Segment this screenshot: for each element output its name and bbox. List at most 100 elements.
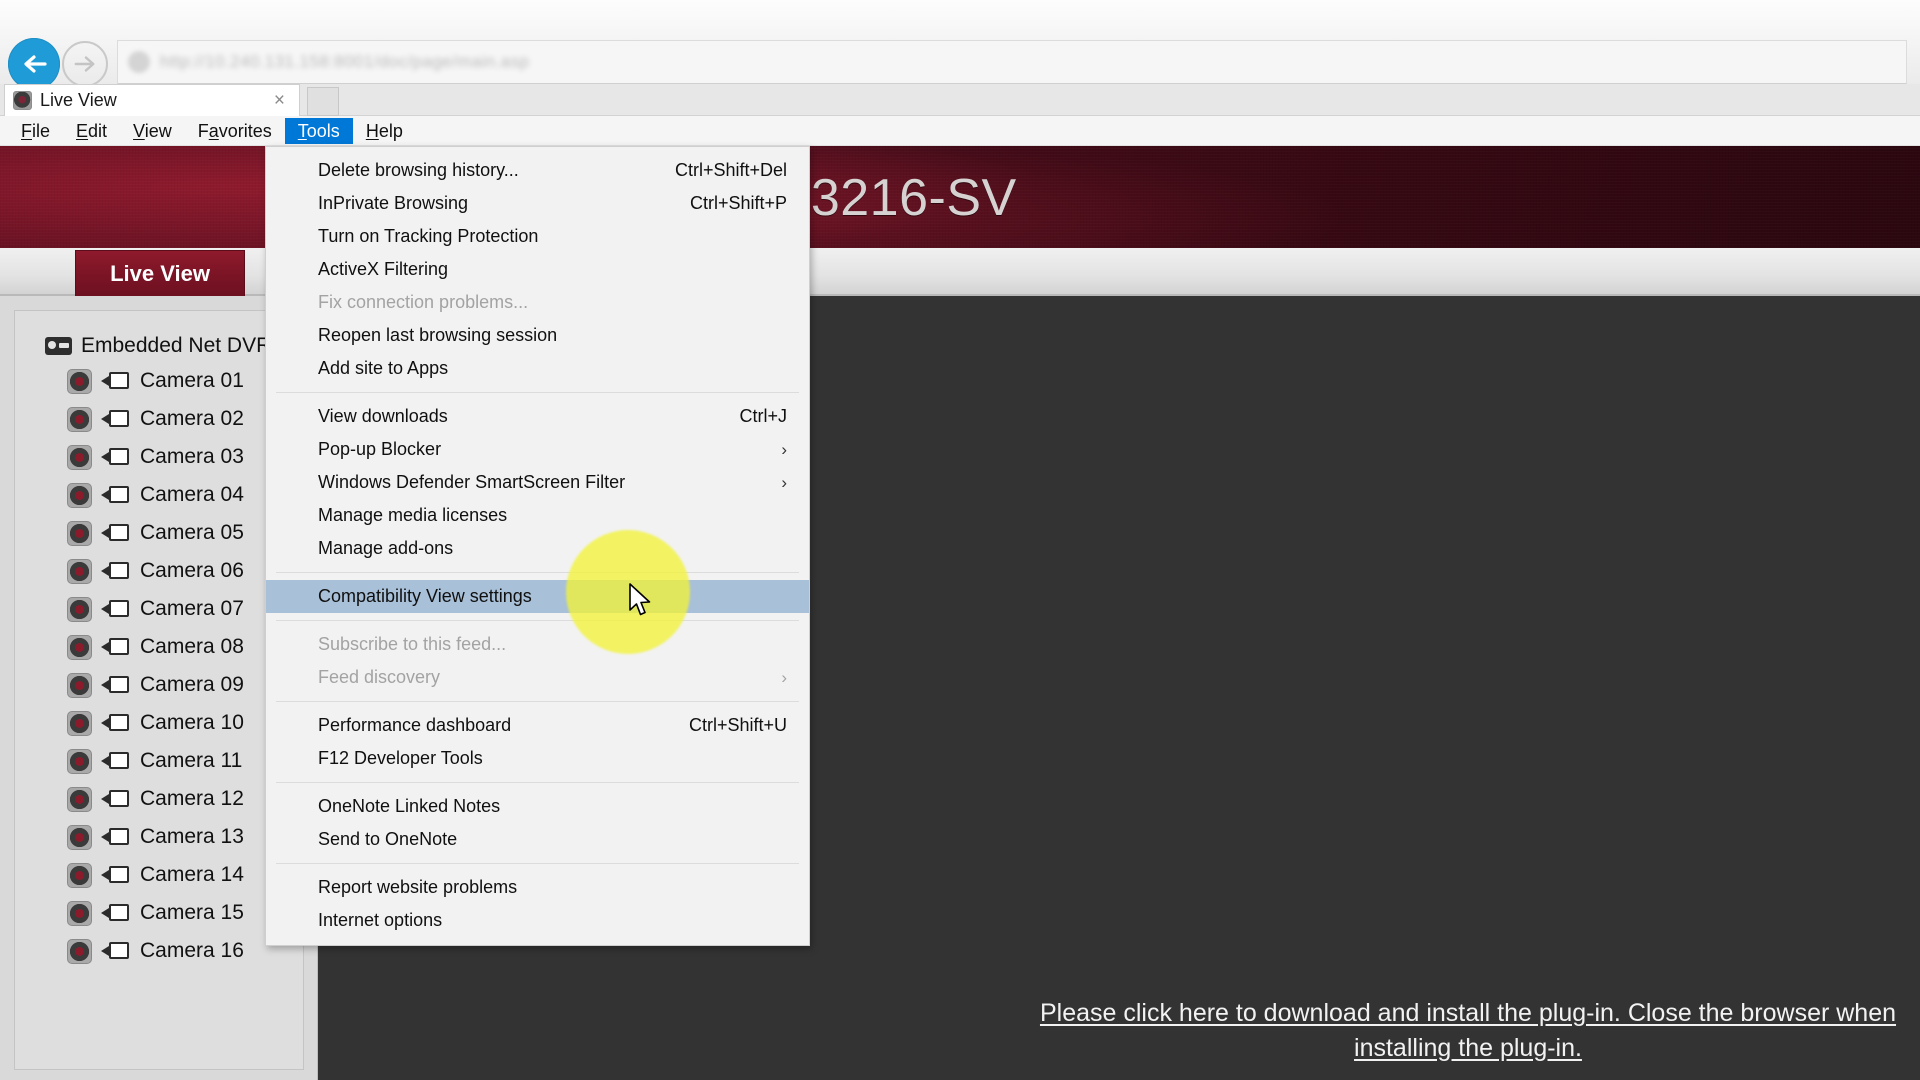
menu-item[interactable]: OneNote Linked Notes: [266, 790, 809, 823]
camera-tree-item[interactable]: Camera 04: [15, 476, 303, 514]
forward-arrow-icon[interactable]: [62, 41, 108, 87]
close-icon[interactable]: ×: [268, 91, 291, 110]
video-camera-icon: [101, 637, 129, 657]
menu-item-label: InPrivate Browsing: [318, 193, 469, 213]
menu-item[interactable]: Add site to Apps: [266, 352, 809, 385]
menu-item-shortcut: Ctrl+Shift+Del: [674, 160, 787, 180]
camera-tree-item[interactable]: Camera 07: [15, 590, 303, 628]
video-camera-icon: [101, 599, 129, 619]
menu-separator: [276, 572, 799, 573]
menu-item[interactable]: InPrivate Browsing Ctrl+Shift+P: [266, 187, 809, 220]
menu-bar: File Edit View Favorites Tools Help: [0, 116, 1920, 146]
menu-item[interactable]: Compatibility View settings: [266, 580, 809, 613]
menu-item-label: Report website problems: [318, 877, 518, 897]
tab-live-view[interactable]: Live View ×: [4, 84, 300, 116]
menu-item[interactable]: Report website problems: [266, 871, 809, 904]
camera-status-icon: [67, 786, 92, 812]
camera-tree-item[interactable]: Camera 10: [15, 704, 303, 742]
camera-status-icon: [67, 520, 92, 546]
video-camera-icon: [101, 409, 129, 429]
site-favicon-icon: [128, 51, 150, 73]
menu-item[interactable]: Delete browsing history... Ctrl+Shift+Del: [266, 154, 809, 187]
menu-item-label: View downloads: [318, 406, 448, 426]
camera-tree-item[interactable]: Camera 14: [15, 856, 303, 894]
dvr-device-icon: [45, 336, 72, 355]
video-camera-icon: [101, 371, 129, 391]
menu-view[interactable]: View: [120, 118, 185, 144]
menu-item[interactable]: Manage add-ons: [266, 532, 809, 565]
camera-label: Camera 07: [140, 597, 244, 620]
camera-tree-item[interactable]: Camera 06: [15, 552, 303, 590]
camera-tree-item[interactable]: Camera 15: [15, 894, 303, 932]
plugin-download-link[interactable]: Please click here to download and instal…: [1018, 996, 1918, 1065]
camera-tree-item[interactable]: Camera 16: [15, 932, 303, 970]
tree-root-dvr[interactable]: Embedded Net DVR: [15, 329, 303, 362]
menu-help[interactable]: Help: [353, 118, 416, 144]
camera-tree-item[interactable]: Camera 09: [15, 666, 303, 704]
camera-tree-item[interactable]: Camera 11: [15, 742, 303, 780]
menu-item[interactable]: Internet options: [266, 904, 809, 937]
camera-label: Camera 15: [140, 901, 244, 924]
menu-item: Fix connection problems...: [266, 286, 809, 319]
tab-live-view-page[interactable]: Live View: [75, 250, 245, 298]
video-camera-icon: [101, 827, 129, 847]
camera-status-icon: [67, 824, 92, 850]
camera-label: Camera 05: [140, 521, 244, 544]
page-title: -3216-SV: [793, 169, 1017, 227]
menu-item-shortcut: Ctrl+Shift+U: [688, 715, 787, 735]
camera-tree-item[interactable]: Camera 12: [15, 780, 303, 818]
address-bar-url: http://10.240.131.158:8001/doc/page/main…: [160, 52, 530, 71]
menu-item-label: Fix connection problems...: [318, 292, 529, 312]
menu-item-label: Delete browsing history...: [318, 160, 519, 180]
menu-item-label: OneNote Linked Notes: [318, 796, 501, 816]
camera-status-icon: [67, 938, 92, 964]
video-camera-icon: [101, 675, 129, 695]
chevron-right-icon: ›: [781, 439, 787, 459]
camera-tree-item[interactable]: Camera 02: [15, 400, 303, 438]
menu-favorites[interactable]: Favorites: [185, 118, 285, 144]
menu-item[interactable]: Reopen last browsing session: [266, 319, 809, 352]
menu-item: Feed discovery ›: [266, 661, 809, 694]
camera-status-icon: [67, 900, 92, 926]
address-bar[interactable]: http://10.240.131.158:8001/doc/page/main…: [117, 40, 1907, 84]
camera-status-icon: [67, 672, 92, 698]
camera-tree-item[interactable]: Camera 01: [15, 362, 303, 400]
chevron-right-icon: ›: [781, 667, 787, 687]
camera-status-icon: [67, 596, 92, 622]
menu-item[interactable]: Turn on Tracking Protection: [266, 220, 809, 253]
camera-tree-item[interactable]: Camera 03: [15, 438, 303, 476]
back-arrow-icon[interactable]: [8, 38, 60, 90]
video-camera-icon: [101, 447, 129, 467]
menu-edit[interactable]: Edit: [63, 118, 120, 144]
menu-item[interactable]: Send to OneNote: [266, 823, 809, 856]
menu-item[interactable]: ActiveX Filtering: [266, 253, 809, 286]
menu-item[interactable]: Performance dashboard Ctrl+Shift+U: [266, 709, 809, 742]
menu-item[interactable]: Pop-up Blocker ›: [266, 433, 809, 466]
camera-tree-item[interactable]: Camera 05: [15, 514, 303, 552]
camera-status-icon: [67, 748, 92, 774]
menu-file[interactable]: File: [8, 118, 63, 144]
camera-tree-item[interactable]: Camera 13: [15, 818, 303, 856]
camera-status-icon: [67, 444, 92, 470]
video-camera-icon: [101, 865, 129, 885]
tools-dropdown-menu: Delete browsing history... Ctrl+Shift+Del…: [265, 146, 810, 946]
menu-item-label: Manage add-ons: [318, 538, 454, 558]
video-camera-icon: [101, 751, 129, 771]
video-camera-icon: [101, 713, 129, 733]
new-tab-button[interactable]: [307, 87, 339, 259]
browser-toolbar: http://10.240.131.158:8001/doc/page/main…: [0, 0, 1920, 90]
menu-tools[interactable]: Tools: [284, 117, 353, 144]
menu-item[interactable]: View downloads Ctrl+J: [266, 400, 809, 433]
camera-status-icon: [67, 634, 92, 660]
menu-item[interactable]: F12 Developer Tools: [266, 742, 809, 775]
camera-label: Camera 08: [140, 635, 244, 658]
camera-label: Camera 10: [140, 711, 244, 734]
camera-status-icon: [67, 406, 92, 432]
menu-item[interactable]: Windows Defender SmartScreen Filter ›: [266, 466, 809, 499]
camera-tree-item[interactable]: Camera 08: [15, 628, 303, 666]
video-camera-icon: [101, 789, 129, 809]
menu-separator: [276, 701, 799, 702]
mouse-cursor-icon: [628, 583, 654, 626]
tab-strip: Live View ×: [0, 84, 1920, 259]
menu-item[interactable]: Manage media licenses: [266, 499, 809, 532]
